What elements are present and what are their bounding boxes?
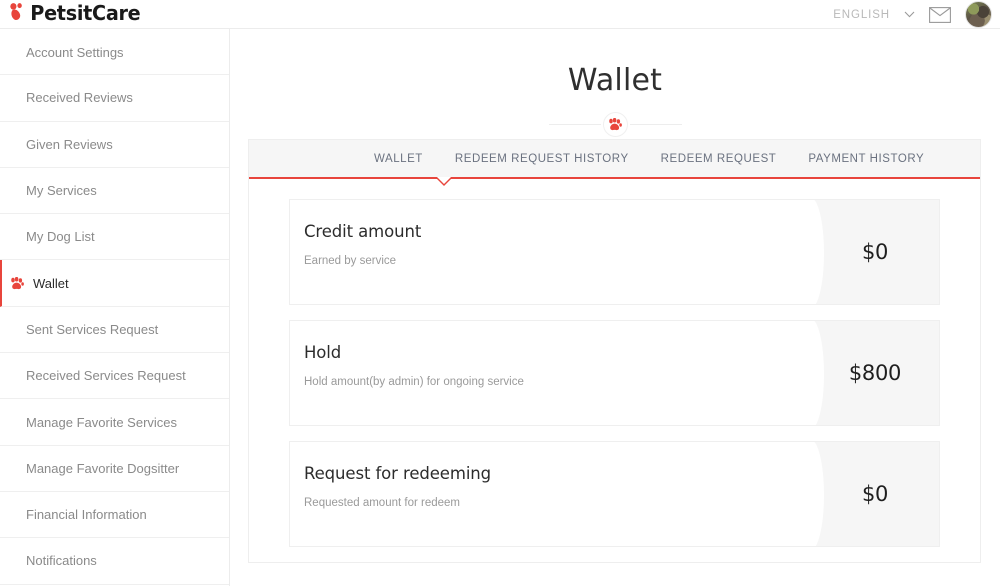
tab-redeem-request[interactable]: REDEEM REQUEST: [645, 153, 793, 165]
sidebar-item-label: Notifications: [26, 553, 97, 569]
active-tab-indicator: [435, 176, 453, 186]
main-content: Wallet WALLET REDEEM REQUEST HISTORY RED…: [230, 29, 1000, 586]
language-selector[interactable]: ENGLISH: [833, 9, 915, 21]
sidebar-item-wallet[interactable]: Wallet: [0, 260, 229, 307]
sidebar-item-label: My Dog List: [26, 229, 95, 245]
envelope-icon[interactable]: [929, 6, 951, 23]
title-divider: [230, 112, 1000, 137]
card-title: Request for redeeming: [304, 464, 492, 483]
wallet-cards: Credit amount Earned by service $0 Hold …: [249, 179, 980, 547]
brand-logo[interactable]: PetsitCare: [10, 0, 143, 28]
sidebar-item-received-reviews[interactable]: Received Reviews: [0, 75, 229, 122]
card-title: Credit amount: [304, 222, 422, 241]
sidebar-item-label: Received Services Request: [26, 368, 186, 384]
page-title: Wallet: [567, 63, 663, 98]
avatar[interactable]: [965, 1, 992, 28]
sidebar-item-label: Manage Favorite Services: [26, 414, 178, 430]
divider-badge: [602, 112, 628, 137]
paw-heart-icon: [10, 3, 22, 21]
chevron-down-icon: [904, 11, 915, 18]
sidebar-item-label: Financial Information: [26, 507, 147, 523]
top-header-bar: PetsitCare ENGLISH: [0, 0, 1000, 29]
sidebar-item-manage-favorite-services[interactable]: Manage Favorite Services: [0, 399, 229, 446]
divider-line-right: [629, 124, 682, 125]
paw-icon: [609, 118, 622, 131]
tab-wallet[interactable]: WALLET: [358, 153, 439, 165]
card-amount: $800: [848, 361, 902, 385]
sidebar-item-account-settings[interactable]: Account Settings: [0, 29, 229, 76]
wallet-panel: WALLET REDEEM REQUEST HISTORY REDEEM REQ…: [248, 139, 981, 563]
wallet-card-hold: Hold Hold amount(by admin) for ongoing s…: [289, 320, 940, 426]
sidebar-item-label: Given Reviews: [26, 136, 113, 152]
sidebar: Account Settings Received Reviews Given …: [0, 29, 230, 586]
top-header-actions: ENGLISH: [833, 0, 992, 29]
paw-icon: [11, 276, 24, 289]
card-subtitle: Earned by service: [304, 255, 397, 267]
tab-payment-history[interactable]: PAYMENT HISTORY: [792, 153, 940, 165]
tab-bar: WALLET REDEEM REQUEST HISTORY REDEEM REQ…: [249, 140, 980, 186]
sidebar-item-manage-favorite-dogsitter[interactable]: Manage Favorite Dogsitter: [0, 446, 229, 492]
card-subtitle: Hold amount(by admin) for ongoing servic…: [304, 376, 524, 388]
card-amount-panel: $0: [798, 200, 939, 304]
app-root: PetsitCare ENGLISH Account Settings Rece…: [0, 0, 1000, 586]
sidebar-item-sent-services-request[interactable]: Sent Services Request: [0, 307, 229, 354]
sidebar-item-given-reviews[interactable]: Given Reviews: [0, 122, 229, 168]
brand-name: PetsitCare: [30, 1, 141, 25]
card-amount-panel: $800: [798, 321, 939, 425]
card-info: Credit amount Earned by service: [290, 200, 811, 304]
sidebar-item-label: My Services: [26, 183, 97, 199]
sidebar-item-label: Wallet: [33, 275, 69, 291]
card-subtitle: Requested amount for redeem: [304, 497, 460, 509]
tab-redeem-request-history[interactable]: REDEEM REQUEST HISTORY: [439, 153, 645, 165]
card-info: Hold Hold amount(by admin) for ongoing s…: [290, 321, 811, 425]
sidebar-item-my-services[interactable]: My Services: [0, 168, 229, 215]
card-amount-panel: $0: [798, 442, 939, 546]
card-amount: $0: [861, 240, 889, 264]
sidebar-item-label: Received Reviews: [26, 90, 133, 106]
sidebar-item-received-services-request[interactable]: Received Services Request: [0, 353, 229, 400]
sidebar-item-notifications[interactable]: Notifications: [0, 538, 229, 585]
card-amount: $0: [861, 482, 889, 506]
language-label: ENGLISH: [833, 8, 890, 21]
divider-line-left: [548, 124, 601, 125]
sidebar-item-label: Account Settings: [26, 44, 124, 60]
sidebar-item-label: Manage Favorite Dogsitter: [26, 460, 180, 476]
card-title: Hold: [304, 343, 342, 362]
wallet-card-request-for-redeeming: Request for redeeming Requested amount f…: [289, 441, 940, 547]
wallet-card-credit-amount: Credit amount Earned by service $0: [289, 199, 940, 305]
card-info: Request for redeeming Requested amount f…: [290, 442, 811, 546]
sidebar-item-label: Sent Services Request: [26, 321, 159, 337]
sidebar-item-financial-information[interactable]: Financial Information: [0, 492, 229, 539]
sidebar-item-my-dog-list[interactable]: My Dog List: [0, 214, 229, 261]
